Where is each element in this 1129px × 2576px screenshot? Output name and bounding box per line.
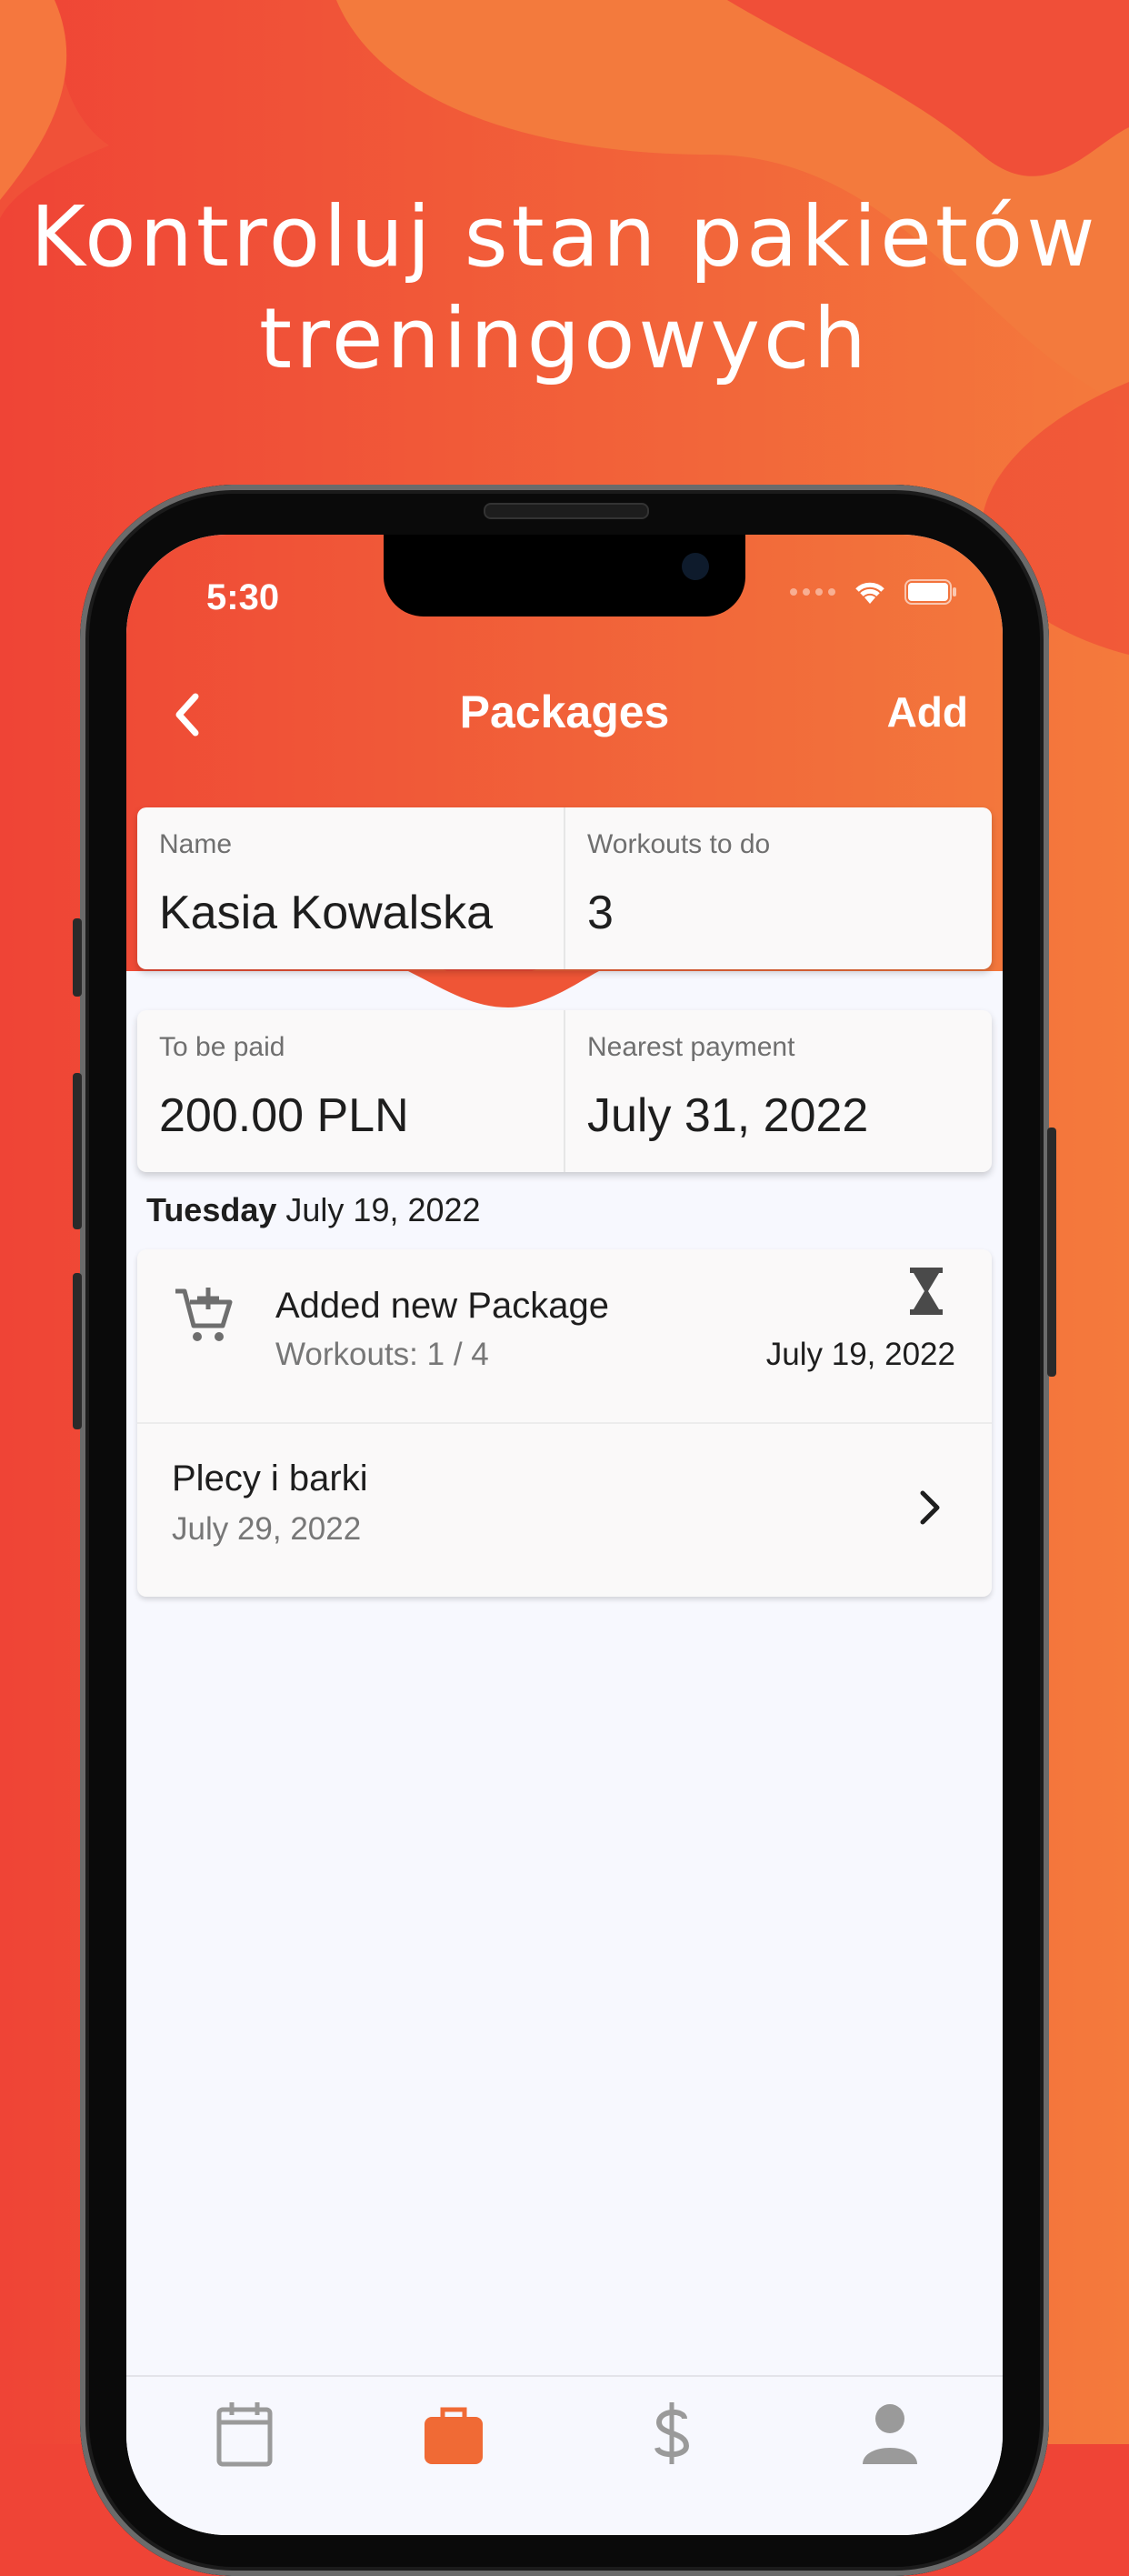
headline-line1: Kontroluj stan pakietów	[30, 188, 1099, 286]
section-weekday: Tuesday	[146, 1191, 277, 1228]
phone-side-button	[73, 918, 82, 997]
nearest-payment-label: Nearest payment	[587, 1032, 795, 1062]
wifi-icon	[855, 582, 884, 604]
history-list: Added new Package Workouts: 1 / 4 July 1…	[137, 1249, 992, 1597]
app-screen: 5:30 Packages Add Name Kasia Kowalska Wo…	[126, 535, 1003, 2535]
status-time: 5:30	[206, 577, 280, 617]
calendar-icon[interactable]	[208, 2397, 281, 2470]
camera-icon	[682, 553, 709, 580]
item-title: Plecy i barki	[172, 1458, 368, 1498]
briefcase-icon[interactable]	[417, 2397, 490, 2470]
hourglass-icon	[910, 1268, 943, 1315]
cart-plus-icon	[175, 1288, 233, 1341]
nearest-payment-cell: Nearest payment July 31, 2022	[564, 1010, 992, 1172]
back-icon[interactable]	[165, 687, 210, 742]
battery-icon	[904, 579, 956, 605]
item-subtitle: July 29, 2022	[172, 1511, 362, 1547]
status-icons	[790, 578, 957, 606]
phone-speaker	[484, 503, 649, 519]
workouts-label: Workouts to do	[587, 829, 771, 859]
item-title: Added new Package	[275, 1286, 609, 1326]
to-pay-value: 200.00 PLN	[159, 1089, 409, 1142]
nearest-payment-value: July 31, 2022	[587, 1089, 869, 1142]
to-pay-cell: To be paid 200.00 PLN	[137, 1010, 564, 1172]
workouts-value: 3	[587, 887, 614, 939]
item-subtitle: Workouts: 1 / 4	[275, 1337, 489, 1372]
workouts-cell: Workouts to do 3	[564, 807, 992, 969]
name-cell: Name Kasia Kowalska	[137, 807, 564, 969]
tab-bar	[126, 2375, 1003, 2535]
navigation-bar: Packages Add	[126, 680, 1003, 744]
page-title: Packages	[459, 687, 670, 737]
payment-card: To be paid 200.00 PLN Nearest payment Ju…	[137, 1010, 992, 1172]
chevron-right-icon	[920, 1490, 940, 1525]
name-value: Kasia Kowalska	[159, 887, 494, 939]
signal-icon	[790, 588, 835, 596]
name-label: Name	[159, 829, 233, 859]
list-item[interactable]: Plecy i barki July 29, 2022	[137, 1422, 992, 1599]
list-item[interactable]: Added new Package Workouts: 1 / 4 July 1…	[137, 1249, 992, 1422]
person-icon[interactable]	[854, 2397, 926, 2470]
phone-side-button	[73, 1273, 82, 1429]
headline: Kontroluj stan pakietów treningowych	[0, 186, 1129, 390]
headline-line2: treningowych	[259, 290, 870, 387]
dollar-icon[interactable]	[635, 2397, 708, 2470]
section-date-header: Tuesday July 19, 2022	[146, 1191, 481, 1229]
section-date: July 19, 2022	[285, 1191, 481, 1228]
client-card: Name Kasia Kowalska Workouts to do 3	[137, 807, 992, 969]
phone-side-button	[1047, 1128, 1056, 1377]
to-pay-label: To be paid	[159, 1032, 285, 1062]
item-date: July 19, 2022	[765, 1337, 955, 1372]
phone-side-button	[73, 1073, 82, 1229]
add-button[interactable]: Add	[887, 680, 968, 744]
phone-notch	[384, 535, 745, 616]
